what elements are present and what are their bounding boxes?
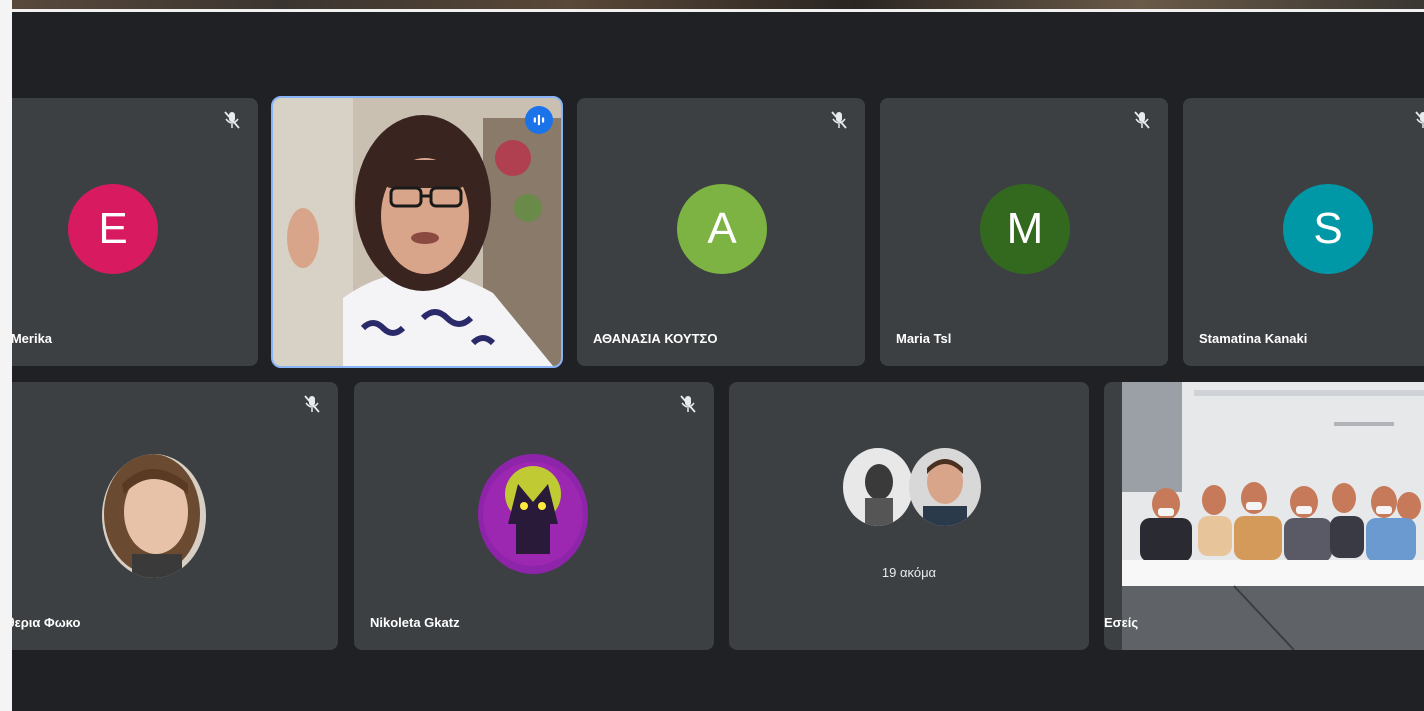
meeting-stage: E a Merika A ΑΘΑΝΑΣΙΑ ΚΟΥΤΣΟ M Maria Tsl… — [0, 0, 1424, 711]
avatar-initial: M — [1006, 204, 1044, 253]
participant-photo-avatar — [102, 454, 206, 578]
participant-name: υθερια Φωκο — [0, 615, 81, 630]
participant-tile[interactable]: A ΑΘΑΝΑΣΙΑ ΚΟΥΤΣΟ — [577, 98, 865, 366]
participant-tile[interactable]: M Maria Tsl — [880, 98, 1168, 366]
participant-name: Nikoleta Gkatz — [370, 615, 460, 630]
mic-off-icon — [304, 394, 320, 414]
participant-name: Stamatina Kanaki — [1199, 331, 1308, 346]
participant-avatar: S — [1283, 184, 1373, 274]
speaker-video-feed — [273, 98, 561, 366]
participant-name: ΑΘΑΝΑΣΙΑ ΚΟΥΤΣΟ — [593, 331, 718, 346]
mic-off-icon — [1134, 110, 1150, 130]
participant-photo-avatar — [478, 454, 588, 574]
participant-name: Maria Tsl — [896, 331, 952, 346]
mic-off-icon — [1415, 110, 1424, 130]
mic-off-icon — [831, 110, 847, 130]
classroom-video-feed — [1104, 382, 1424, 650]
top-video-strip — [0, 0, 1424, 12]
left-window-edge — [0, 0, 12, 711]
participant-tile-active-speaker[interactable] — [271, 96, 563, 368]
participant-avatar: M — [980, 184, 1070, 274]
group-avatar-1 — [843, 448, 913, 526]
others-count-label: 19 ακόμα — [881, 565, 937, 580]
avatar-initial: A — [707, 204, 737, 253]
audio-level-icon — [525, 106, 553, 134]
participant-avatar: A — [677, 184, 767, 274]
avatar-initial: S — [1313, 204, 1343, 253]
group-avatar-2 — [909, 448, 981, 526]
mic-off-icon — [680, 394, 696, 414]
avatar-initial: E — [98, 204, 128, 253]
participant-tile[interactable]: S Stamatina Kanaki — [1183, 98, 1424, 366]
participant-name: Εσείς — [1104, 615, 1139, 630]
self-view-tile[interactable]: Εσείς — [1104, 382, 1424, 650]
mic-off-icon — [224, 110, 240, 130]
others-group-tile[interactable]: 19 ακόμα — [729, 382, 1089, 650]
participant-avatar: E — [68, 184, 158, 274]
participant-tile[interactable]: υθερια Φωκο — [0, 382, 338, 650]
participant-tile[interactable]: Nikoleta Gkatz — [354, 382, 714, 650]
participant-tile[interactable]: E a Merika — [0, 98, 258, 366]
